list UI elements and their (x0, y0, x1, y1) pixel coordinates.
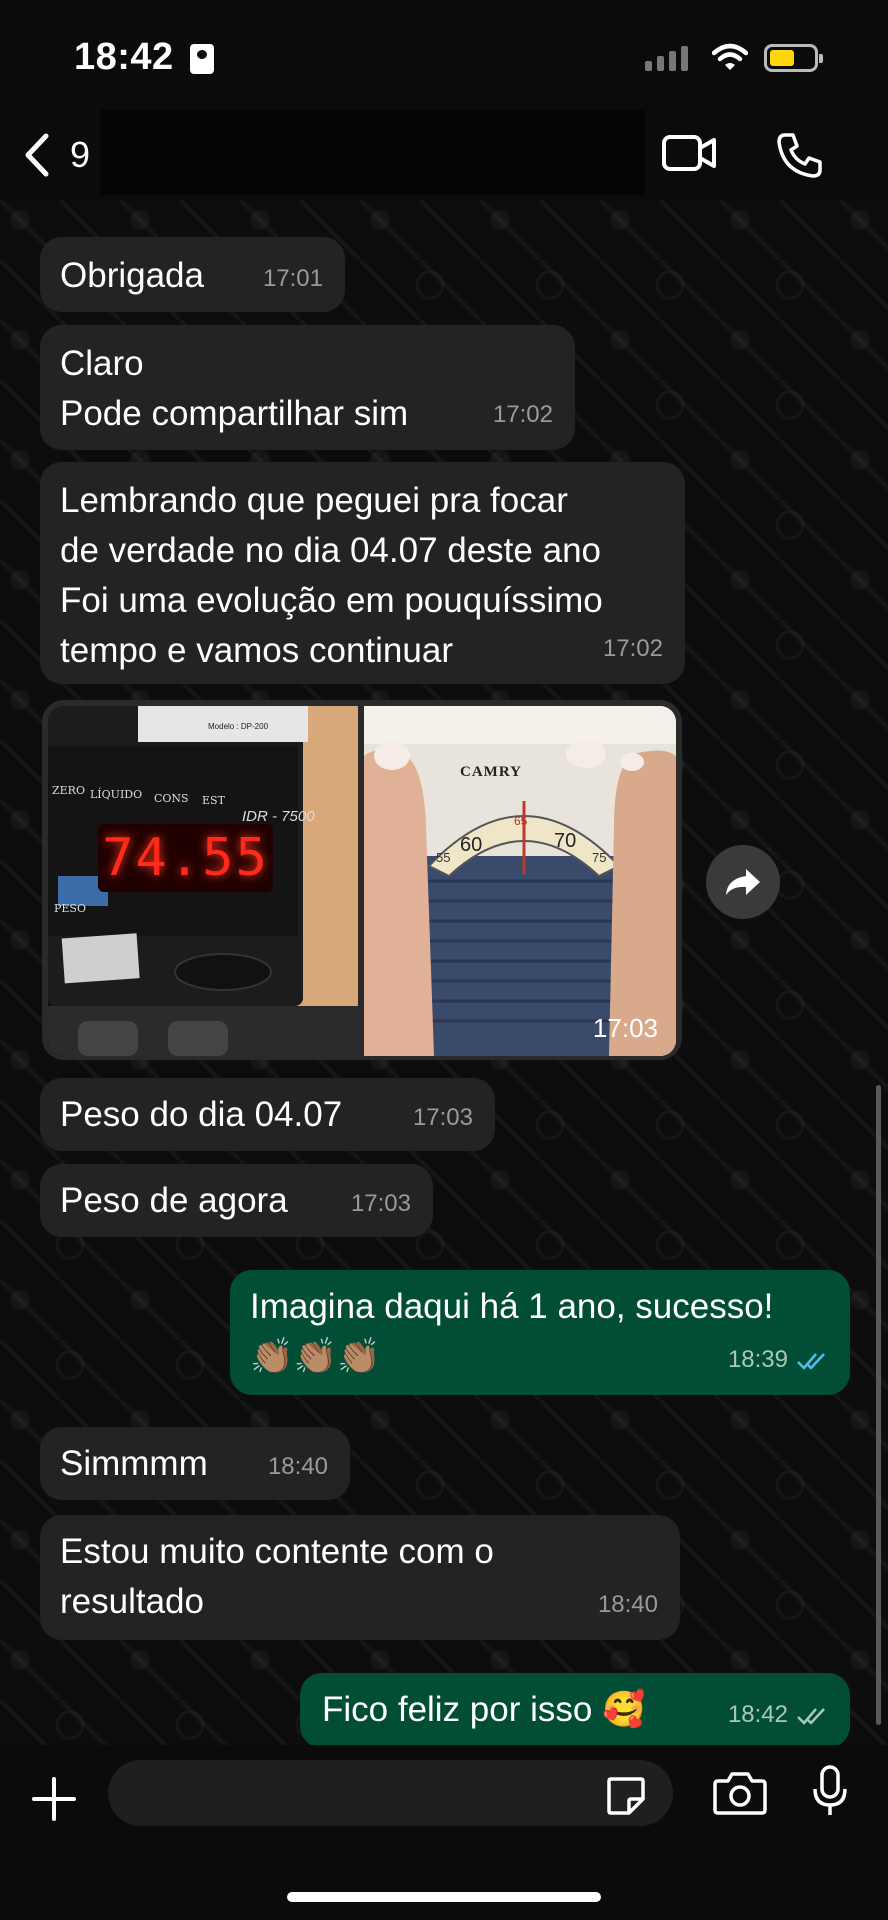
chat-name[interactable]: 9 (70, 134, 90, 176)
chat-header: 9 (0, 110, 888, 200)
message-time: 17:03 (412, 1104, 473, 1131)
message-outgoing[interactable]: Fico feliz por isso 🥰 18:42 (300, 1673, 850, 1748)
message-time: 18:39 (728, 1335, 830, 1385)
scale-label-est: EST (202, 794, 225, 807)
message-time: 18:40 (267, 1453, 328, 1480)
message-text: Lembrando que peguei pra focar de verdad… (60, 481, 603, 670)
dial-number-55: 55 (436, 850, 451, 865)
phone-call-icon[interactable] (775, 130, 825, 180)
message-time: 18:42 (728, 1690, 830, 1740)
message-incoming[interactable]: Estou muito contente com o resultado 18:… (40, 1515, 680, 1640)
microphone-icon[interactable] (810, 1763, 850, 1819)
message-time: 18:40 (597, 1591, 658, 1618)
cellular-signal-icon (645, 46, 688, 71)
dial-number-75: 75 (592, 850, 607, 865)
message-input[interactable] (108, 1760, 673, 1826)
scale-label-cons: CONS (154, 792, 189, 805)
scale-label-peso: PESO (54, 902, 86, 915)
scale-photo-analog[interactable]: CAMRY 55 60 65 70 75 17:03 (364, 706, 676, 1056)
message-incoming[interactable]: Simmmm 18:40 (40, 1427, 350, 1500)
delivered-receipt-icon (797, 1707, 825, 1725)
scale-model-label: IDR - 7500 (242, 808, 315, 825)
scale-display-reading: 74.55 (98, 824, 273, 892)
message-text: Estou muito contente com o resultado (60, 1532, 494, 1621)
message-time: 17:02 (602, 635, 663, 662)
message-incoming[interactable]: Peso do dia 04.07 17:03 (40, 1078, 495, 1151)
message-composer (0, 1745, 888, 1920)
dial-number-60: 60 (460, 834, 483, 856)
scale-label-zero: ZERO (52, 784, 85, 797)
battery-icon (764, 44, 823, 72)
photo-album-message[interactable]: 74.55 ZERO LÍQUIDO CONS EST IDR - 7500 P… (42, 700, 682, 1060)
status-time: 18:42 (74, 36, 174, 78)
redacted-name-area (100, 110, 645, 195)
status-bar: 18:42 (0, 0, 888, 110)
forward-button[interactable] (706, 845, 780, 919)
scroll-indicator[interactable] (876, 1085, 881, 1725)
message-time: 17:03 (350, 1190, 411, 1217)
scale-sticker-label: Modelo : DP-200 (208, 722, 269, 731)
message-incoming[interactable]: Obrigada 17:01 (40, 237, 345, 312)
back-chevron-icon[interactable] (18, 132, 58, 178)
camera-icon[interactable] (712, 1769, 768, 1817)
video-call-icon[interactable] (660, 130, 720, 176)
dial-number-65: 65 (514, 814, 528, 828)
plus-attach-icon[interactable] (30, 1775, 78, 1823)
message-time-label: 18:39 (727, 1346, 788, 1373)
media-time: 17:03 (592, 1013, 658, 1043)
contact-card-icon (190, 44, 214, 74)
message-time-label: 18:42 (727, 1701, 788, 1728)
wifi-icon (712, 43, 748, 70)
scale-brand-label: CAMRY (460, 764, 522, 780)
scale-photo-digital[interactable]: 74.55 ZERO LÍQUIDO CONS EST IDR - 7500 P… (48, 706, 358, 1056)
message-incoming[interactable]: Claro Pode compartilhar sim 17:02 (40, 325, 575, 450)
message-time: 17:01 (262, 265, 323, 292)
read-receipt-icon (797, 1352, 825, 1370)
message-outgoing[interactable]: Imagina daqui há 1 ano, sucesso! 👏🏽👏🏽👏🏽 … (230, 1270, 850, 1395)
forward-arrow-icon (726, 869, 760, 895)
home-indicator (287, 1892, 601, 1902)
message-time: 17:02 (492, 401, 553, 428)
dial-number-70: 70 (554, 830, 577, 852)
message-incoming[interactable]: Peso de agora 17:03 (40, 1164, 433, 1237)
sticker-icon[interactable] (605, 1775, 647, 1817)
scale-label-liquido: LÍQUIDO (90, 788, 143, 801)
message-incoming[interactable]: Lembrando que peguei pra focar de verdad… (40, 462, 685, 684)
